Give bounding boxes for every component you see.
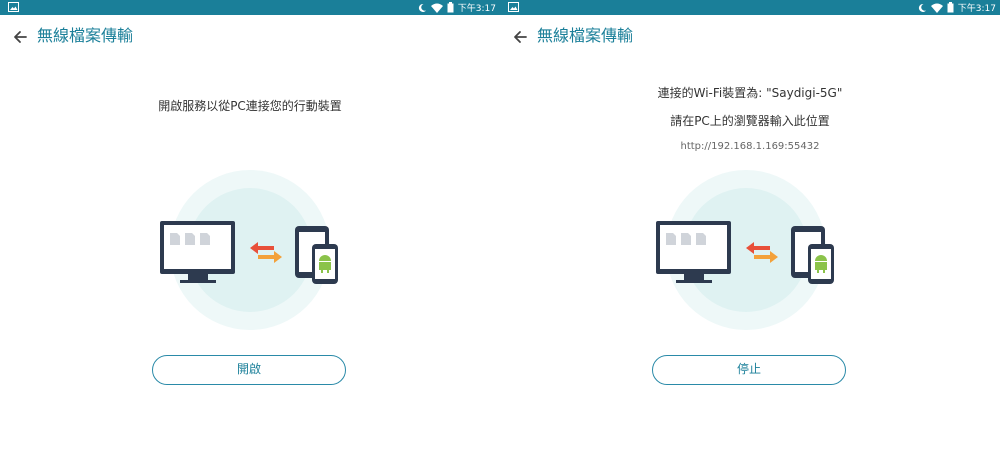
file-icon — [170, 233, 210, 245]
transfer-illustration — [160, 170, 338, 330]
moon-icon — [918, 3, 926, 12]
status-time: 下午3:17 — [457, 4, 496, 14]
file-icon — [666, 233, 706, 245]
status-icons: 下午3:17 — [917, 0, 996, 15]
connected-wifi-text: 連接的Wi-Fi裝置為: "Saydigi-5G" — [657, 86, 843, 100]
start-button[interactable]: 開啟 — [152, 355, 346, 385]
monitor-icon — [160, 221, 235, 283]
status-time: 下午3:17 — [957, 4, 996, 14]
back-arrow-icon[interactable] — [510, 27, 530, 47]
server-url: http://192.168.1.169:55432 — [680, 141, 820, 152]
battery-icon — [447, 2, 454, 13]
battery-icon — [947, 2, 954, 13]
right-screen: 下午3:17 無線檔案傳輸 連接的Wi-Fi裝置為: "Saydigi-5G" … — [500, 0, 1000, 474]
stop-button[interactable]: 停止 — [652, 355, 846, 385]
monitor-icon — [656, 221, 731, 283]
service-message: 開啟服務以從PC連接您的行動裝置 — [158, 99, 342, 113]
status-icons: 下午3:17 — [417, 0, 496, 15]
gallery-icon — [8, 2, 19, 12]
instruction-text: 請在PC上的瀏覽器輸入此位置 — [670, 114, 830, 128]
left-screen: 下午3:17 無線檔案傳輸 開啟服務以從PC連接您的行動裝置 開啟 — [0, 0, 500, 474]
app-bar: 無線檔案傳輸 — [500, 15, 1000, 59]
gallery-icon — [508, 2, 519, 12]
moon-icon — [418, 3, 426, 12]
page-title: 無線檔案傳輸 — [37, 26, 134, 45]
page-title: 無線檔案傳輸 — [537, 26, 634, 45]
status-bar: 下午3:17 — [0, 0, 500, 15]
transfer-illustration — [656, 170, 834, 330]
app-bar: 無線檔案傳輸 — [0, 15, 500, 59]
back-arrow-icon[interactable] — [10, 27, 30, 47]
wifi-icon — [430, 3, 443, 13]
wifi-icon — [930, 3, 943, 13]
status-bar: 下午3:17 — [500, 0, 1000, 15]
